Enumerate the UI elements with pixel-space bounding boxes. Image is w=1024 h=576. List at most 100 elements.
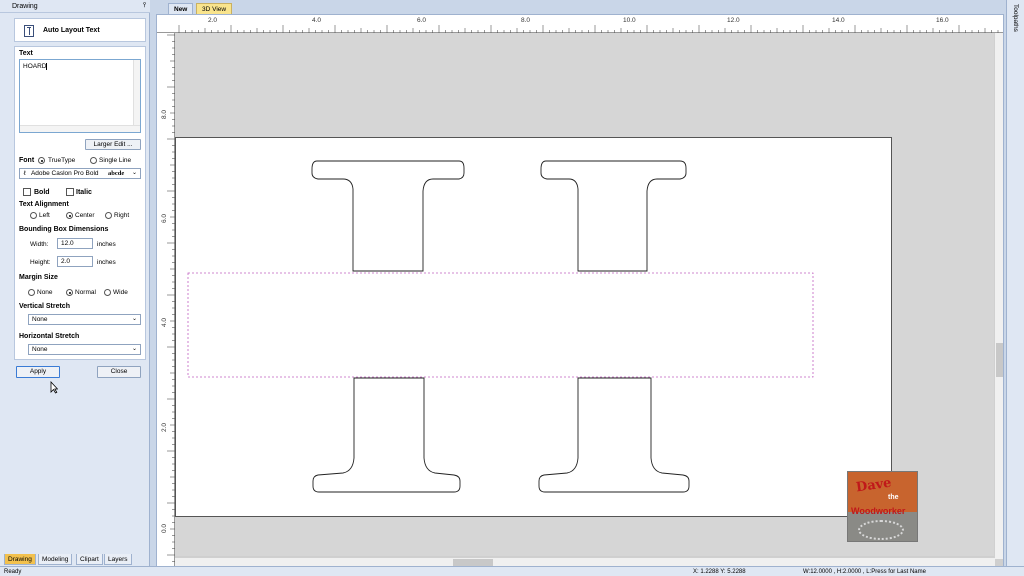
close-button[interactable]: Close	[97, 366, 141, 378]
larger-edit-button[interactable]: Larger Edit ...	[85, 139, 141, 150]
panel-title-bar: Drawing ⫯	[0, 0, 150, 13]
logo-line-2: the	[888, 494, 899, 501]
hstretch-select[interactable]: None ⌄	[28, 344, 141, 355]
ruler-left-label: 2.0	[161, 422, 169, 433]
tool-header: Auto Layout Text	[14, 18, 146, 42]
vertical-scrollbar-thumb[interactable]	[996, 343, 1003, 377]
font-label: Font	[19, 157, 35, 164]
align-center-radio[interactable]	[66, 212, 73, 219]
toolpaths-tab[interactable]: Toolpaths	[1012, 4, 1019, 32]
status-bar: Ready X: 1.2288 Y: 5.2288 W:12.0000 , H:…	[0, 566, 1024, 576]
text-input-hscrollbar[interactable]	[20, 125, 140, 132]
align-right-radio[interactable]	[105, 212, 112, 219]
width-label: Width:	[30, 241, 49, 248]
margin-normal-radio[interactable]	[66, 289, 73, 296]
ruler-left-label: 6.0	[161, 213, 169, 224]
tab-clipart[interactable]: Clipart	[76, 554, 103, 565]
tab-layers[interactable]: Layers	[104, 554, 132, 565]
height-units: inches	[97, 259, 116, 266]
horizontal-scrollbar[interactable]	[175, 557, 995, 566]
align-left-radio[interactable]	[30, 212, 37, 219]
text-input[interactable]: HOARD	[19, 59, 141, 133]
margin-label: Margin Size	[19, 274, 58, 281]
vector-shape	[311, 160, 465, 272]
bold-label: Bold	[34, 189, 50, 196]
pin-icon[interactable]: ⫯	[143, 2, 146, 10]
hstretch-value: None	[32, 346, 48, 353]
margin-none-radio[interactable]	[28, 289, 35, 296]
chevron-down-icon: ⌄	[131, 170, 137, 176]
align-right-label: Right	[114, 212, 130, 219]
font-preview: abcde	[108, 170, 125, 177]
font-single-line-label: Single Line	[99, 157, 132, 164]
font-truetype-radio[interactable]	[38, 157, 45, 164]
text-section-label: Text	[19, 50, 33, 57]
margin-none-label: None	[37, 289, 53, 296]
height-label: Height:	[30, 259, 51, 266]
ruler-left-label: 8.0	[161, 109, 169, 120]
margin-wide-label: Wide	[113, 289, 128, 296]
vector-shape	[538, 377, 690, 493]
bounding-box-selection	[187, 272, 814, 378]
horizontal-scrollbar-thumb[interactable]	[453, 559, 493, 566]
margin-normal-label: Normal	[75, 289, 96, 296]
vector-shape	[312, 377, 461, 493]
ruler-left-label: 0.0	[161, 523, 169, 534]
text-input-scrollbar[interactable]	[133, 60, 140, 132]
toolpaths-panel-strip[interactable]: Toolpaths	[1006, 0, 1024, 566]
ruler-left-label: 4.0	[161, 317, 169, 328]
tab-modeling[interactable]: Modeling	[38, 554, 73, 565]
italic-checkbox[interactable]	[66, 188, 74, 196]
tab-drawing[interactable]: Drawing	[4, 554, 36, 565]
status-coords: X: 1.2288 Y: 5.2288	[693, 569, 746, 575]
woodworker-logo: Dave the Woodworker	[847, 471, 918, 542]
ruler-left: 8.0 6.0 4.0 2.0 0.0	[157, 33, 175, 566]
apply-button[interactable]: Apply	[16, 366, 60, 378]
hstretch-label: Horizontal Stretch	[19, 333, 80, 340]
mouse-cursor-icon	[50, 381, 58, 394]
tool-title: Auto Layout Text	[43, 27, 100, 34]
status-ready: Ready	[4, 569, 22, 575]
auto-layout-form: Text HOARD Larger Edit ... Font TrueType…	[14, 46, 146, 360]
ruler-top: 2.0 4.0 6.0 8.0 10.0 12.0 14.0 16.0	[157, 15, 1003, 33]
ruler-top-label: 4.0	[312, 17, 322, 24]
font-name: Adobe Caslon Pro Bold	[30, 170, 99, 177]
bold-checkbox[interactable]	[23, 188, 31, 196]
vstretch-value: None	[32, 316, 48, 323]
width-units: inches	[97, 241, 116, 248]
status-dims: W:12.0000 , H:2.0000 , L:Press for Last …	[803, 569, 926, 575]
font-type-icon: ℓ	[23, 169, 27, 177]
text-input-value: HOARD	[23, 63, 47, 71]
align-left-label: Left	[39, 212, 50, 219]
ruler-top-label: 16.0	[936, 17, 949, 24]
app-window: Drawing ⫯ Auto Layout Text Text HOARD La…	[0, 0, 1024, 576]
document-tabs: New 3D View	[156, 3, 1004, 14]
ruler-top-label: 14.0	[832, 17, 845, 24]
margin-wide-radio[interactable]	[104, 289, 111, 296]
font-select[interactable]: ℓ Adobe Caslon Pro Bold abcde ⌄	[19, 168, 141, 179]
vstretch-label: Vertical Stretch	[19, 303, 70, 310]
height-input[interactable]: 2.0	[57, 256, 93, 267]
tab-3d-view[interactable]: 3D View	[196, 3, 233, 14]
drawing-panel: Drawing ⫯ Auto Layout Text Text HOARD La…	[0, 0, 150, 566]
panel-tabs: Drawing Modeling Clipart Layers	[0, 552, 150, 566]
chevron-down-icon: ⌄	[131, 346, 137, 352]
vertical-scrollbar[interactable]	[994, 33, 1003, 559]
ruler-top-label: 2.0	[208, 17, 218, 24]
vector-shape	[540, 160, 687, 272]
panel-title: Drawing	[12, 3, 38, 10]
logo-line-3: Woodworker	[851, 506, 906, 516]
font-truetype-label: TrueType	[48, 157, 76, 164]
ruler-top-label: 10.0	[623, 17, 636, 24]
chevron-down-icon: ⌄	[131, 316, 137, 322]
bbox-label: Bounding Box Dimensions	[19, 226, 109, 233]
vstretch-select[interactable]: None ⌄	[28, 314, 141, 325]
tab-new[interactable]: New	[168, 3, 194, 14]
font-single-line-radio[interactable]	[90, 157, 97, 164]
align-center-label: Center	[75, 212, 95, 219]
width-input[interactable]: 12.0	[57, 238, 93, 249]
italic-label: Italic	[76, 189, 92, 196]
auto-layout-text-icon	[24, 25, 34, 37]
ruler-top-label: 8.0	[521, 17, 531, 24]
ruler-top-label: 6.0	[417, 17, 427, 24]
